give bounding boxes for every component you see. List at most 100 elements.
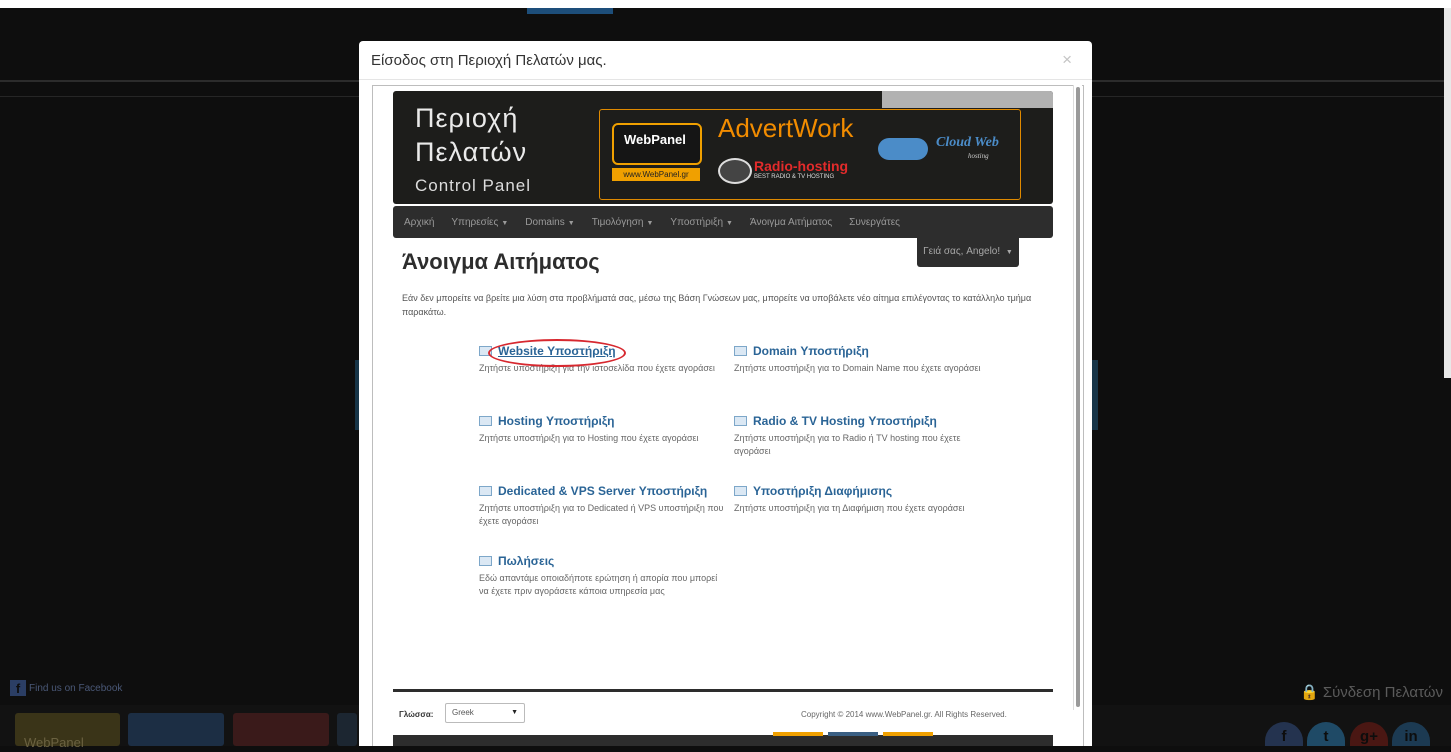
banner-subtitle: Control Panel <box>415 176 532 195</box>
radio-hosting-ad-tagline: BEST RADIO & TV HOSTING <box>754 174 835 180</box>
footer-divider <box>393 689 1053 692</box>
nav-item-open-ticket[interactable]: Άνοιγμα Αιτήματος <box>750 217 832 228</box>
chevron-down-icon: ▼ <box>646 219 654 227</box>
close-icon[interactable]: × <box>1062 50 1072 70</box>
banner-ads-box: WebPanel www.WebPanel.gr AdvertWork Radi… <box>599 109 1021 200</box>
nav-item-domains[interactable]: Domains ▼ <box>525 217 574 228</box>
department-advertising-support: Υποστήριξη Διαφήμισης Ζητήστε υποστήριξη… <box>734 484 984 515</box>
footer-tab <box>828 732 878 736</box>
language-label: Γλώσσα: <box>399 710 434 719</box>
page-title: Άνοιγμα Αιτήματος <box>402 249 600 274</box>
envelope-icon <box>734 416 747 426</box>
radio-hosting-logo[interactable] <box>233 713 329 746</box>
envelope-icon <box>734 486 747 496</box>
scrollbar-thumb[interactable] <box>1076 87 1080 707</box>
nav-item-label: Τιμολόγηση <box>591 216 644 228</box>
nav-item-billing[interactable]: Τιμολόγηση ▼ <box>592 217 654 228</box>
main-navbar: Αρχική Υπηρεσίες ▼ Domains ▼ Τιμολόγηση ▼ Υ… <box>393 206 1053 238</box>
banner-title-line: Περιοχή <box>415 103 519 133</box>
nav-item-label: Άνοιγμα Αιτήματος <box>749 216 833 228</box>
envelope-icon <box>734 346 747 356</box>
department-domain-support: Domain Υποστήριξη Ζητήστε υποστήριξη για… <box>734 344 984 375</box>
department-dedicated-vps-support: Dedicated & VPS Server Υποστήριξη Ζητήστ… <box>479 484 729 528</box>
copyright-text: Copyright © 2014 www.WebPanel.gr. All Ri… <box>801 710 1007 719</box>
account-greeting: Γειά σας, Angelo! <box>923 246 1001 257</box>
login-modal: Είσοδος στη Περιοχή Πελατών μας. × Περιο… <box>359 41 1092 746</box>
department-hosting-support: Hosting Υποστήριξη Ζητήστε υποστήριξη γι… <box>479 414 729 445</box>
chevron-down-icon: ▼ <box>1005 249 1013 256</box>
cloudweb-logo[interactable] <box>128 713 224 746</box>
client-area-frame: Περιοχή Πελατών Control Panel WebPanel w… <box>372 85 1084 746</box>
department-name: Domain Υποστήριξη <box>753 344 869 358</box>
nav-item-label: Συνεργάτες <box>849 216 900 228</box>
envelope-icon <box>479 486 492 496</box>
browser-top-strip <box>0 0 1451 8</box>
department-radio-tv-support: Radio & TV Hosting Υποστήριξη Ζητήστε υπ… <box>734 414 984 458</box>
language-select[interactable]: Greek ▼ <box>445 703 525 723</box>
department-link[interactable]: Πωλήσεις <box>479 554 729 568</box>
facebook-label: Find us on Facebook <box>29 682 123 694</box>
cloudweb-ad-tagline: hosting <box>968 152 989 160</box>
chevron-down-icon: ▼ <box>501 219 509 227</box>
client-login-label: Σύνδεση Πελατών <box>1322 684 1443 701</box>
chevron-down-icon: ▼ <box>511 709 518 716</box>
cloudweb-ad-logo[interactable]: Cloud Web <box>936 135 999 151</box>
nav-item-label: Αρχική <box>404 216 435 228</box>
nav-item-label: Domains <box>525 216 565 228</box>
advertwork-ad-logo[interactable]: AdvertWork <box>718 113 853 144</box>
department-description: Ζητήστε υποστήριξη για το Domain Name πο… <box>734 363 981 373</box>
department-link[interactable]: Dedicated & VPS Server Υποστήριξη <box>479 484 729 498</box>
department-name: Hosting Υποστήριξη <box>498 414 615 428</box>
nav-item-partners[interactable]: Συνεργάτες <box>849 217 900 228</box>
footer-tab <box>773 732 823 736</box>
department-sales: Πωλήσεις Εδώ απαντάμε οποιαδήποτε ερώτησ… <box>479 554 729 598</box>
nav-item-label: Υπηρεσίες <box>451 216 499 228</box>
nav-item-support[interactable]: Υποστήριξη ▼ <box>670 217 733 228</box>
department-description: Ζητήστε υποστήριξη για τη Διαφήμιση που … <box>734 503 965 513</box>
webpanel-ad-url[interactable]: www.WebPanel.gr <box>612 168 700 181</box>
radio-hosting-ad-logo[interactable]: Radio-hosting <box>754 158 848 174</box>
partner-logo[interactable] <box>337 713 357 746</box>
department-link[interactable]: Υποστήριξη Διαφήμισης <box>734 484 984 498</box>
department-name: Radio & TV Hosting Υποστήριξη <box>753 414 937 428</box>
cloud-icon <box>878 138 928 160</box>
lock-icon: 🔒 <box>1299 684 1319 701</box>
account-menu[interactable]: Γειά σας, Angelo! ▼ <box>917 238 1019 267</box>
webpanel-ad-label: WebPanel <box>624 132 686 147</box>
modal-divider <box>359 79 1092 80</box>
nav-item-label: Υποστήριξη <box>670 216 724 228</box>
department-description: Εδώ απαντάμε οποιαδήποτε ερώτηση ή απορί… <box>479 573 718 596</box>
webpanel-logo-label: WebPanel <box>24 735 84 750</box>
webpanel-ad-logo[interactable]: WebPanel <box>612 123 702 165</box>
facebook-icon: f <box>10 680 26 696</box>
department-description: Ζητήστε υποστήριξη για το Radio ή TV hos… <box>734 433 961 456</box>
frame-scrollbar[interactable] <box>1073 85 1082 710</box>
banner-overlay-strip <box>882 91 1053 108</box>
chevron-down-icon: ▼ <box>567 219 575 227</box>
nav-item-home[interactable]: Αρχική <box>404 217 434 228</box>
department-name: Πωλήσεις <box>498 554 555 568</box>
department-description: Ζητήστε υποστήριξη για το Hosting που έχ… <box>479 433 699 443</box>
department-link[interactable]: Domain Υποστήριξη <box>734 344 984 358</box>
background-active-tab <box>527 8 613 14</box>
department-link[interactable]: Radio & TV Hosting Υποστήριξη <box>734 414 984 428</box>
department-name: Υποστήριξη Διαφήμισης <box>753 484 893 498</box>
client-area-banner: Περιοχή Πελατών Control Panel WebPanel w… <box>393 91 1053 204</box>
chevron-down-icon: ▼ <box>726 219 733 227</box>
department-description: Ζητήστε υποστήριξη για το Dedicated ή VP… <box>479 503 724 526</box>
radio-icon <box>718 158 752 184</box>
footer-tab <box>883 732 933 736</box>
highlight-circle <box>488 339 626 367</box>
department-link[interactable]: Hosting Υποστήριξη <box>479 414 729 428</box>
facebook-link[interactable]: f Find us on Facebook <box>10 680 122 696</box>
footer-bar <box>393 735 1053 746</box>
envelope-icon <box>479 556 492 566</box>
nav-item-services[interactable]: Υπηρεσίες ▼ <box>451 217 508 228</box>
language-value: Greek <box>452 708 474 717</box>
page-scrollbar[interactable] <box>1444 8 1451 378</box>
modal-title: Είσοδος στη Περιοχή Πελατών μας. <box>371 52 607 69</box>
banner-title-line: Πελατών <box>415 137 528 167</box>
envelope-icon <box>479 416 492 426</box>
client-login-link[interactable]: 🔒 Σύνδεση Πελατών <box>1300 683 1443 701</box>
intro-text: Εάν δεν μπορείτε να βρείτε μια λύση στα … <box>402 293 1032 317</box>
